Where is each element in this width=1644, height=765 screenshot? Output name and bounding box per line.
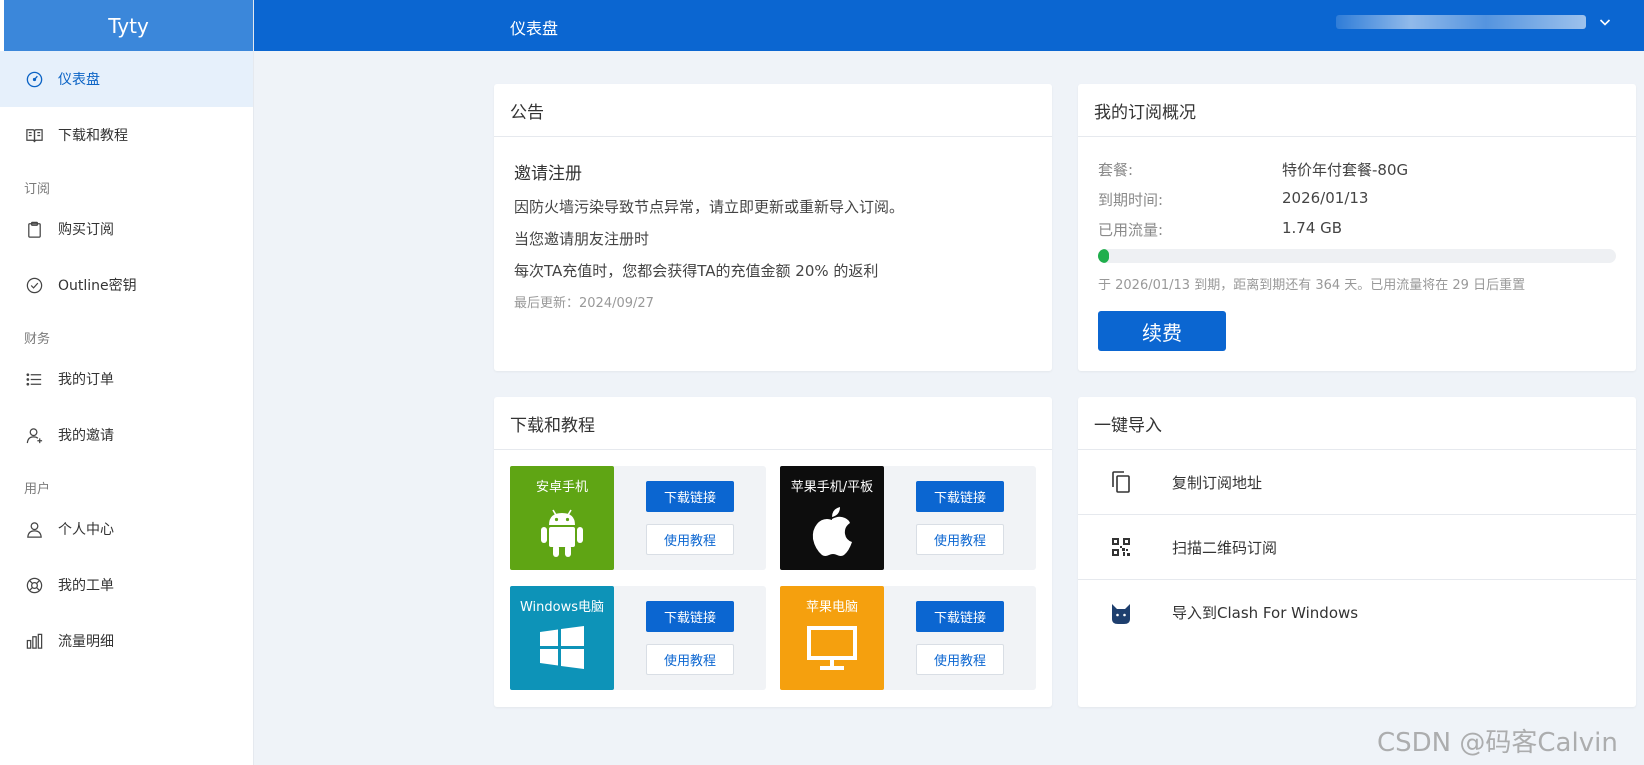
download-item-android: 安卓手机 下载链接 使用教程 — [510, 466, 766, 570]
mac-tile-label: 苹果电脑 — [805, 600, 858, 615]
sidebar-item-downloads[interactable]: 下载和教程 — [0, 107, 253, 163]
expiry-value: 2026/01/13 — [1282, 189, 1369, 207]
notice-line: 当您邀请朋友注册时 — [514, 230, 650, 248]
sidebar-item-label: 我的邀请 — [58, 428, 114, 444]
expiry-label: 到期时间: — [1098, 191, 1164, 209]
android-tile: 安卓手机 — [510, 466, 614, 570]
traffic-value: 1.74 GB — [1282, 219, 1343, 237]
mac-tile: 苹果电脑 — [780, 586, 884, 690]
import-card-title: 一键导入 — [1078, 397, 1636, 450]
top-header: 仪表盘 — [254, 0, 1644, 51]
apple-icon — [812, 507, 852, 556]
windows-icon — [540, 626, 584, 669]
import-card: 一键导入 复制订阅地址 扫描二维码订阅 导入到Clash For Windows — [1078, 397, 1636, 707]
watermark: CSDN @码客Calvin — [1377, 728, 1618, 758]
renew-button[interactable]: 续费 — [1098, 311, 1226, 351]
import-item-copy-url[interactable]: 复制订阅地址 — [1078, 450, 1636, 515]
import-item-label: 导入到Clash For Windows — [1172, 604, 1359, 622]
qrcode-icon — [1106, 537, 1136, 557]
notice-line: 因防火墙污染导致节点异常，请立即更新或重新导入订阅。 — [514, 198, 905, 216]
sidebar-item-label: 个人中心 — [58, 522, 114, 538]
sidebar-item-label: Outline密钥 — [58, 278, 137, 294]
android-download-button[interactable]: 下载链接 — [646, 481, 734, 512]
import-item-scan-qrcode[interactable]: 扫描二维码订阅 — [1078, 515, 1636, 580]
list-icon — [24, 369, 44, 389]
traffic-progress-bar — [1098, 249, 1616, 263]
plan-value: 特价年付套餐-80G — [1282, 161, 1409, 179]
sidebar-group-subscription: 订阅 — [24, 182, 51, 197]
plan-label: 套餐: — [1098, 161, 1134, 179]
ios-tutorial-button[interactable]: 使用教程 — [916, 524, 1004, 555]
sidebar-item-label: 仪表盘 — [58, 72, 100, 88]
sidebar-group-finance: 财务 — [24, 332, 51, 347]
download-item-mac: 苹果电脑 下载链接 使用教程 — [780, 586, 1036, 690]
sidebar-group-user: 用户 — [24, 482, 51, 497]
subscription-note: 于 2026/01/13 到期，距离到期还有 364 天。已用流量将在 29 日… — [1098, 278, 1526, 293]
book-icon — [24, 125, 44, 145]
sidebar-item-profile[interactable]: 个人中心 — [0, 501, 253, 557]
mac-download-button[interactable]: 下载链接 — [916, 601, 1004, 632]
dashboard-icon — [24, 69, 44, 89]
download-item-ios: 苹果手机/平板 下载链接 使用教程 — [780, 466, 1036, 570]
check-circle-icon — [24, 275, 44, 295]
copy-icon — [1106, 470, 1136, 494]
sidebar-item-my-orders[interactable]: 我的订单 — [0, 351, 253, 407]
android-tile-label: 安卓手机 — [535, 480, 588, 495]
app-logo[interactable]: Tyty — [0, 0, 253, 51]
subscription-row-traffic: 已用流量: 1.74 GB — [1098, 219, 1616, 240]
monitor-icon — [807, 626, 857, 670]
mac-tutorial-button[interactable]: 使用教程 — [916, 644, 1004, 675]
windows-tile: Windows电脑 — [510, 586, 614, 690]
user-add-icon — [24, 425, 44, 445]
chevron-down-icon — [1599, 19, 1611, 26]
lifebuoy-icon — [24, 575, 44, 595]
downloads-card-title: 下载和教程 — [494, 397, 1052, 450]
sidebar-item-label: 我的订单 — [58, 372, 114, 388]
sidebar-item-label: 流量明细 — [58, 634, 114, 650]
subscription-card-title: 我的订阅概况 — [1078, 84, 1636, 137]
subscription-row-plan: 套餐: 特价年付套餐-80G — [1098, 159, 1616, 180]
import-item-label: 扫描二维码订阅 — [1172, 538, 1278, 557]
user-email-redacted — [1336, 15, 1586, 29]
notice-line: 每次TA充值时，您都会获得TA的充值金额 20% 的返利 — [514, 262, 879, 280]
cat-icon — [1106, 601, 1136, 625]
ios-tile-label: 苹果手机/平板 — [790, 480, 874, 495]
sidebar-item-traffic-details[interactable]: 流量明细 — [0, 613, 253, 669]
sidebar-item-dashboard[interactable]: 仪表盘 — [0, 51, 253, 107]
import-item-clash[interactable]: 导入到Clash For Windows — [1078, 580, 1636, 645]
subscription-row-expiry: 到期时间: 2026/01/13 — [1098, 189, 1616, 210]
ios-download-button[interactable]: 下载链接 — [916, 481, 1004, 512]
android-icon — [541, 509, 583, 557]
import-item-label: 复制订阅地址 — [1172, 473, 1263, 492]
windows-download-button[interactable]: 下载链接 — [646, 601, 734, 632]
downloads-card: 下载和教程 安卓手机 下载链接 使用教程 苹果手机/平板 下载链接 使用教程 W… — [494, 397, 1052, 707]
sidebar-item-label: 下载和教程 — [58, 128, 128, 144]
android-tutorial-button[interactable]: 使用教程 — [646, 524, 734, 555]
sidebar-item-outline-key[interactable]: Outline密钥 — [0, 257, 253, 313]
user-menu[interactable] — [1336, 15, 1612, 29]
sidebar-item-buy-subscription[interactable]: 购买订阅 — [0, 201, 253, 257]
subscription-card: 我的订阅概况 套餐: 特价年付套餐-80G 到期时间: 2026/01/13 已… — [1078, 84, 1636, 371]
windows-tile-label: Windows电脑 — [519, 600, 605, 615]
sidebar: Tyty 仪表盘 下载和教程 订阅 购买订阅 Outline密钥 财务 我的订单 — [0, 0, 254, 765]
page-title: 仪表盘 — [510, 19, 559, 38]
download-item-windows: Windows电脑 下载链接 使用教程 — [510, 586, 766, 690]
bar-chart-icon — [24, 631, 44, 651]
user-icon — [24, 519, 44, 539]
notice-heading: 邀请注册 — [514, 164, 582, 184]
notice-updated-date: 最后更新：2024/09/27 — [514, 296, 654, 311]
sidebar-item-label: 购买订阅 — [58, 222, 114, 238]
notice-card-title: 公告 — [494, 84, 1052, 137]
sidebar-item-my-invites[interactable]: 我的邀请 — [0, 407, 253, 463]
notice-card: 公告 邀请注册 因防火墙污染导致节点异常，请立即更新或重新导入订阅。 当您邀请朋… — [494, 84, 1052, 371]
sidebar-item-label: 我的工单 — [58, 578, 114, 594]
ios-tile: 苹果手机/平板 — [780, 466, 884, 570]
windows-tutorial-button[interactable]: 使用教程 — [646, 644, 734, 675]
traffic-label: 已用流量: — [1098, 221, 1164, 239]
traffic-progress-fill — [1098, 249, 1110, 263]
sidebar-item-tickets[interactable]: 我的工单 — [0, 557, 253, 613]
clipboard-icon — [24, 219, 44, 239]
